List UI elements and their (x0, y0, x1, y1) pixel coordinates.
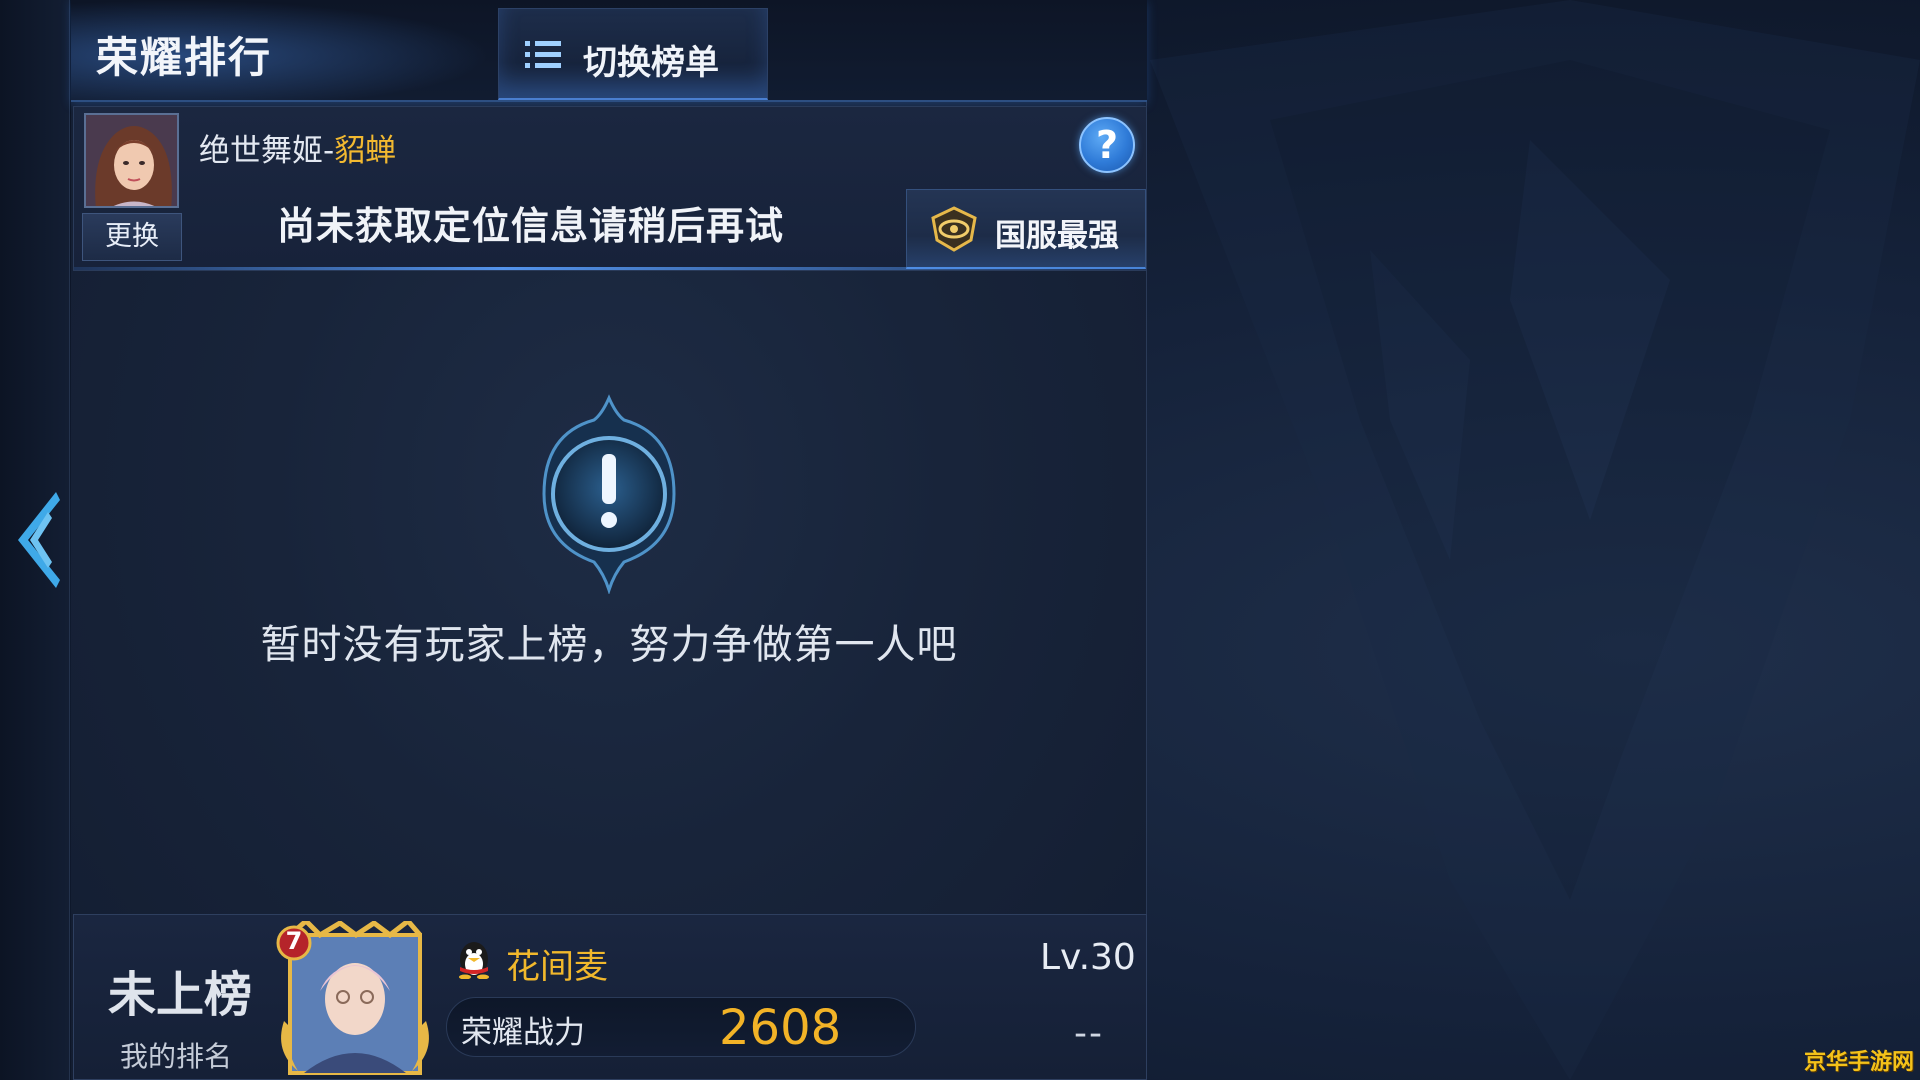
location-message: 尚未获取定位信息请稍后再试 (277, 204, 785, 248)
avatar-level-badge: 7 (285, 927, 303, 955)
change-hero-button[interactable]: 更换 (82, 213, 182, 261)
eye-emblem-icon (931, 206, 977, 252)
hero-separator: - (323, 133, 335, 169)
rank-change: -- (1074, 1013, 1104, 1054)
list-icon (525, 41, 561, 68)
power-box: 荣耀战力 2608 (446, 997, 916, 1057)
power-value: 2608 (719, 1000, 842, 1056)
exclamation-icon (542, 394, 676, 594)
watermark: 京华手游网 (1803, 1050, 1914, 1075)
power-label: 荣耀战力 (461, 1015, 585, 1051)
rank-status: 未上榜 (108, 967, 253, 1023)
empty-message: 暂时没有玩家上榜，努力争做第一人吧 (260, 622, 958, 668)
background-emblem (1150, 0, 1920, 1080)
page-title: 荣耀排行 (96, 33, 273, 82)
empty-state: 暂时没有玩家上榜，努力争做第一人吧 (71, 272, 1147, 912)
switch-list-button[interactable]: 切换榜单 (498, 8, 768, 100)
qq-penguin-icon (459, 942, 489, 979)
switch-list-label: 切换榜单 (583, 43, 719, 83)
rank-caption: 我的排名 (120, 1040, 233, 1073)
hero-profile-bar: 更换 绝世舞姬-貂蝉 尚未获取定位信息请稍后再试 ? 国服最强 (73, 106, 1147, 271)
player-name: 花间麦 (506, 947, 608, 987)
left-rail (0, 0, 70, 1080)
hero-prefix: 绝世舞姬 (199, 133, 323, 169)
hero-portrait-icon (86, 115, 177, 206)
hero-name: 貂蝉 (334, 133, 397, 169)
ranking-panel: 荣耀排行 切换榜单 更换 绝世舞姬-貂蝉 尚未获取定位信息请稍后再试 ? 国服最… (71, 0, 1147, 1080)
hero-title: 绝世舞姬-貂蝉 (199, 125, 396, 170)
region-best-label: 国服最强 (995, 218, 1119, 254)
hero-avatar[interactable] (84, 113, 179, 208)
player-level: Lv.30 (1040, 937, 1136, 978)
help-button[interactable]: ? (1079, 117, 1135, 173)
back-chevron-icon[interactable] (8, 488, 64, 592)
top-bar: 荣耀排行 切换榜单 (71, 0, 1147, 102)
region-best-button[interactable]: 国服最强 (906, 189, 1146, 269)
my-rank-bar: 未上榜 我的排名 7 花间麦 Lv.30 荣耀战力 2608 -- (73, 914, 1147, 1080)
